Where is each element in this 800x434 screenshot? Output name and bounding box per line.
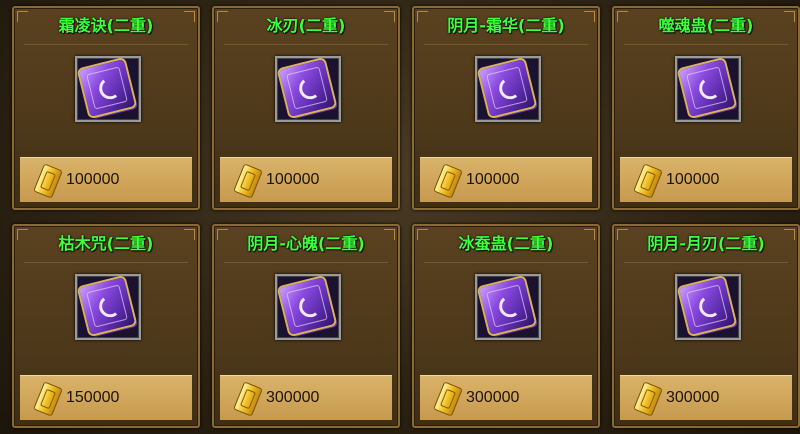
purple-skill-book-icon (678, 59, 736, 117)
crescent-moon-icon (698, 76, 723, 101)
purple-skill-book-icon (278, 277, 336, 335)
gold-ticket-icon (233, 163, 263, 199)
item-icon-frame[interactable] (475, 274, 541, 340)
price-bar: 300000 (620, 375, 792, 420)
crescent-moon-icon (98, 76, 123, 101)
shop-grid: 霜凌诀(二重) 100000 冰刃(二重) 100000 阴月-霜华(二重) 1… (0, 0, 800, 434)
item-name: 霜凌诀(二重) (58, 16, 154, 35)
item-icon-frame[interactable] (275, 56, 341, 122)
purple-skill-book-icon (678, 277, 736, 335)
purple-skill-book-icon (78, 277, 136, 335)
divider (624, 262, 788, 263)
item-icon-frame[interactable] (675, 274, 741, 340)
divider (424, 44, 588, 45)
item-price: 100000 (666, 171, 720, 188)
gold-ticket-icon (33, 381, 63, 417)
price-bar: 100000 (420, 157, 592, 202)
divider (24, 262, 188, 263)
crescent-moon-icon (498, 76, 523, 101)
price-bar: 100000 (620, 157, 792, 202)
price-bar: 300000 (420, 375, 592, 420)
item-icon-frame[interactable] (475, 56, 541, 122)
gold-ticket-icon (633, 163, 663, 199)
item-name: 冰刃(二重) (266, 16, 346, 35)
shop-item-card[interactable]: 阴月-月刃(二重) 300000 (612, 224, 800, 428)
price-bar: 100000 (220, 157, 392, 202)
item-name: 枯木咒(二重) (58, 234, 154, 253)
shop-item-card[interactable]: 阴月-心魄(二重) 300000 (212, 224, 400, 428)
gold-ticket-icon (633, 381, 663, 417)
divider (224, 262, 388, 263)
item-price: 300000 (666, 389, 720, 406)
shop-item-card[interactable]: 霜凌诀(二重) 100000 (12, 6, 200, 210)
price-bar: 100000 (20, 157, 192, 202)
crescent-moon-icon (298, 76, 323, 101)
item-name: 噬魂蛊(二重) (658, 16, 754, 35)
item-icon-frame[interactable] (75, 56, 141, 122)
shop-item-card[interactable]: 阴月-霜华(二重) 100000 (412, 6, 600, 210)
item-price: 300000 (466, 389, 520, 406)
item-price: 150000 (66, 389, 120, 406)
item-icon-frame[interactable] (675, 56, 741, 122)
shop-item-card[interactable]: 枯木咒(二重) 150000 (12, 224, 200, 428)
crescent-moon-icon (98, 294, 123, 319)
item-icon-frame[interactable] (75, 274, 141, 340)
item-price: 100000 (466, 171, 520, 188)
shop-item-card[interactable]: 冰蚕蛊(二重) 300000 (412, 224, 600, 428)
item-name: 阴月-霜华(二重) (447, 16, 565, 35)
purple-skill-book-icon (78, 59, 136, 117)
divider (624, 44, 788, 45)
shop-item-card[interactable]: 冰刃(二重) 100000 (212, 6, 400, 210)
item-name: 阴月-心魄(二重) (247, 234, 365, 253)
price-bar: 150000 (20, 375, 192, 420)
item-price: 100000 (266, 171, 320, 188)
gold-ticket-icon (33, 163, 63, 199)
gold-ticket-icon (233, 381, 263, 417)
gold-ticket-icon (433, 381, 463, 417)
item-name: 阴月-月刃(二重) (647, 234, 765, 253)
item-price: 300000 (266, 389, 320, 406)
crescent-moon-icon (498, 294, 523, 319)
divider (224, 44, 388, 45)
divider (24, 44, 188, 45)
divider (424, 262, 588, 263)
item-name: 冰蚕蛊(二重) (458, 234, 554, 253)
crescent-moon-icon (698, 294, 723, 319)
item-price: 100000 (66, 171, 120, 188)
purple-skill-book-icon (278, 59, 336, 117)
shop-item-card[interactable]: 噬魂蛊(二重) 100000 (612, 6, 800, 210)
gold-ticket-icon (433, 163, 463, 199)
purple-skill-book-icon (478, 59, 536, 117)
crescent-moon-icon (298, 294, 323, 319)
item-icon-frame[interactable] (275, 274, 341, 340)
price-bar: 300000 (220, 375, 392, 420)
purple-skill-book-icon (478, 277, 536, 335)
